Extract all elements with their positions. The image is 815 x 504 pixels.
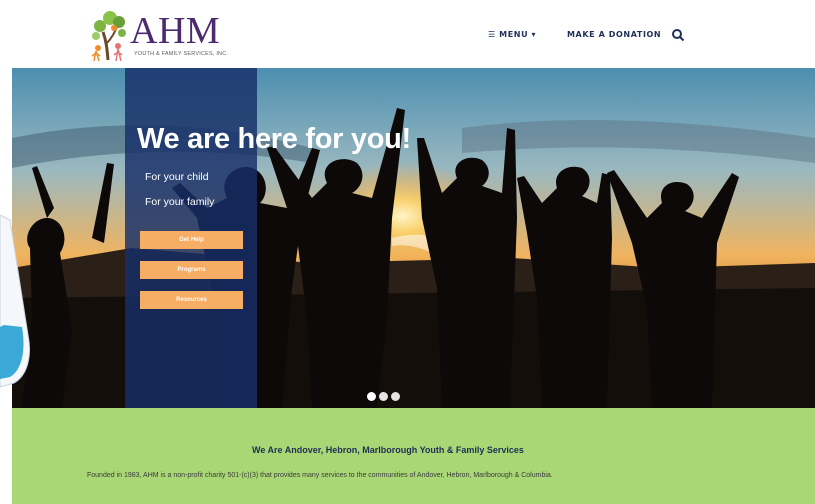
logo-text: AHM bbox=[130, 10, 221, 52]
hero-slider: We are here for you! For your child For … bbox=[12, 68, 815, 408]
slider-dot[interactable] bbox=[367, 392, 376, 401]
hero-title: We are here for you! bbox=[137, 123, 411, 155]
intro-text: Founded in 1983, AHM is a non-profit cha… bbox=[87, 472, 553, 479]
resources-button[interactable]: Resources bbox=[140, 291, 243, 309]
hero-line-child: For your child bbox=[145, 171, 209, 183]
slider-dot[interactable] bbox=[379, 392, 388, 401]
hero-line-family: For your family bbox=[145, 196, 215, 208]
search-icon[interactable] bbox=[671, 28, 685, 42]
intro-title: We Are Andover, Hebron, Marlborough Yout… bbox=[252, 445, 524, 455]
intro-section: We Are Andover, Hebron, Marlborough Yout… bbox=[12, 408, 815, 504]
menu-button[interactable]: ☰ MENU ▾ bbox=[488, 30, 536, 39]
logo[interactable]: AHM YOUTH & FAMILY SERVICES, INC. bbox=[88, 8, 238, 62]
slider-dots bbox=[367, 388, 403, 401]
donate-link[interactable]: MAKE A DONATION bbox=[567, 30, 661, 39]
programs-button[interactable]: Programs bbox=[140, 261, 243, 279]
slider-dot[interactable] bbox=[391, 392, 400, 401]
site-header: AHM YOUTH & FAMILY SERVICES, INC. ☰ MENU… bbox=[0, 0, 815, 68]
side-badge-fragment bbox=[0, 215, 30, 388]
tree-logo-icon bbox=[91, 11, 126, 62]
logo-subtitle: YOUTH & FAMILY SERVICES, INC. bbox=[134, 51, 229, 57]
get-help-button[interactable]: Get Help bbox=[140, 231, 243, 249]
